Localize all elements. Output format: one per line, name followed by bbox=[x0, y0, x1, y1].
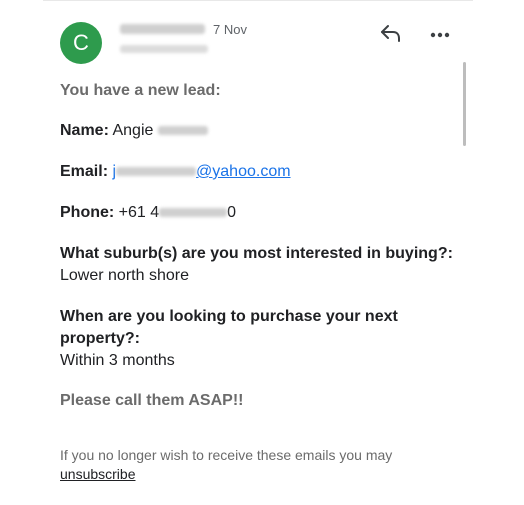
intro-text: You have a new lead: bbox=[60, 82, 221, 99]
timeline-answer: Within 3 months bbox=[60, 352, 175, 369]
timeline-question: When are you looking to purchase your ne… bbox=[60, 306, 455, 372]
message-date: 7 Nov bbox=[213, 21, 247, 37]
name-label: Name: bbox=[60, 122, 109, 139]
suburb-question: What suburb(s) are you most interested i… bbox=[60, 243, 455, 287]
name-value: Angie bbox=[112, 122, 154, 139]
top-divider bbox=[43, 0, 473, 1]
scrollbar[interactable] bbox=[463, 62, 466, 146]
reply-icon[interactable] bbox=[379, 22, 403, 44]
sender-avatar[interactable]: C bbox=[60, 22, 102, 64]
email-suffix: @yahoo.com bbox=[196, 163, 291, 180]
unsubscribe-link[interactable]: unsubscribe bbox=[60, 466, 136, 482]
closing-text: Please call them ASAP!! bbox=[60, 392, 244, 409]
lead-phone-row: Phone: +61 4 0 bbox=[60, 202, 455, 224]
phone-suffix: 0 bbox=[227, 204, 237, 221]
lead-email-row: Email: j @yahoo.com bbox=[60, 161, 455, 183]
sender-name-redacted[interactable] bbox=[120, 24, 205, 34]
suburb-question-label: What suburb(s) are you most interested i… bbox=[60, 245, 453, 262]
footer: If you no longer wish to receive these e… bbox=[60, 446, 460, 484]
email-label: Email: bbox=[60, 163, 109, 180]
recipient-line-redacted[interactable] bbox=[120, 45, 208, 53]
phone-prefix: +61 4 bbox=[118, 204, 160, 221]
email-link[interactable]: j @yahoo.com bbox=[112, 163, 290, 180]
suburb-answer: Lower north shore bbox=[60, 267, 189, 284]
more-options-icon[interactable] bbox=[430, 27, 450, 38]
name-redacted bbox=[157, 126, 208, 136]
lead-name-row: Name: Angie bbox=[60, 120, 455, 142]
phone-redacted bbox=[159, 208, 228, 218]
sender-line: 7 Nov bbox=[120, 20, 247, 38]
phone-label: Phone: bbox=[60, 204, 115, 221]
timeline-question-label: When are you looking to purchase your ne… bbox=[60, 308, 398, 347]
email-redacted bbox=[116, 167, 197, 177]
footer-text: If you no longer wish to receive these e… bbox=[60, 447, 393, 463]
